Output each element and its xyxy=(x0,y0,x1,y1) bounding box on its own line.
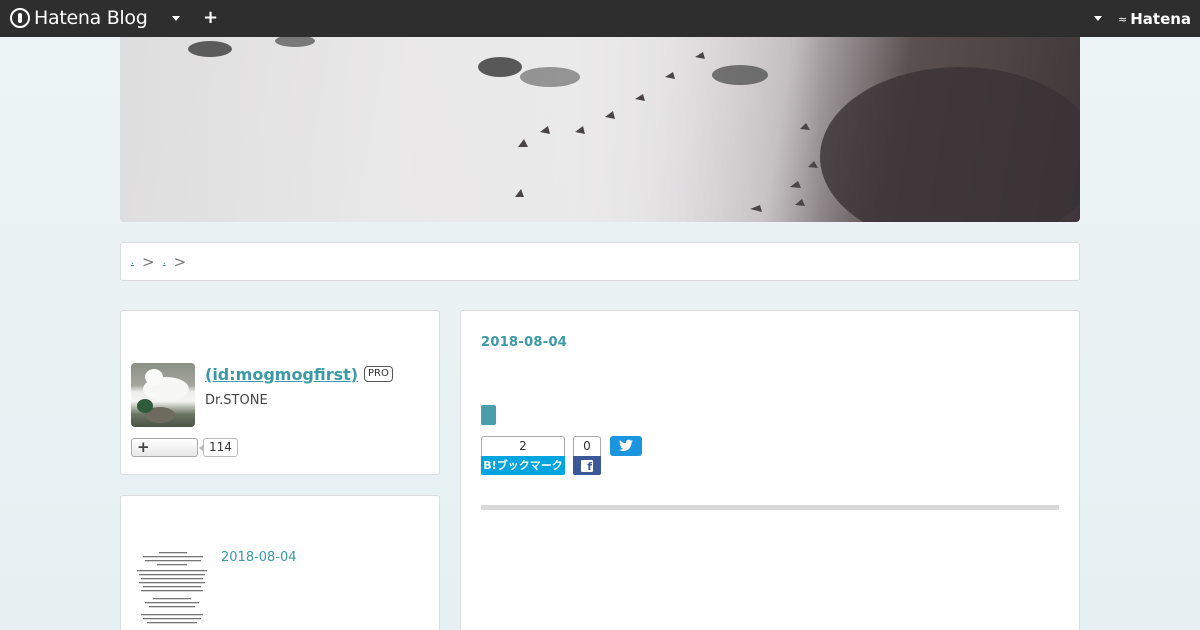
hatena-logo-text: Hatena xyxy=(1130,10,1192,28)
hatena-mark-icon: ≈ xyxy=(1118,12,1128,26)
recent-entry-date-link[interactable]: 2018-08-04 xyxy=(221,550,297,565)
chevron-down-icon[interactable] xyxy=(1094,16,1102,21)
article-entry: 2018-08-04 2 B!ブックマーク 0 f xyxy=(460,310,1080,630)
avatar-duck-head xyxy=(145,369,163,385)
category-tag[interactable] xyxy=(481,405,496,425)
entry-date-link[interactable]: 2018-08-04 xyxy=(481,335,567,350)
facebook-share-widget[interactable]: 0 f xyxy=(573,436,601,475)
facebook-share-count: 0 xyxy=(573,436,601,456)
avatar[interactable] xyxy=(131,363,195,427)
hatena-bookmark-widget[interactable]: 2 B!ブックマーク xyxy=(481,436,565,475)
breadcrumb-link-category[interactable]: . xyxy=(163,256,168,267)
top-navbar: Hatena Blog + ≈ Hatena xyxy=(0,0,1200,37)
bookmark-button[interactable]: B!ブックマーク xyxy=(481,456,565,475)
brand-text: Hatena Blog xyxy=(34,7,148,29)
hatena-logo[interactable]: ≈ Hatena xyxy=(1118,10,1191,28)
hatena-blog-logo[interactable]: Hatena Blog xyxy=(10,7,148,29)
pro-badge: PRO xyxy=(364,366,393,382)
chevron-down-icon[interactable] xyxy=(172,16,180,21)
blog-header-image[interactable] xyxy=(120,37,1080,222)
profile-description: Dr.STONE xyxy=(205,393,268,408)
profile-name-link[interactable]: (id:mogmogfirst) xyxy=(205,365,358,384)
avatar-mallard-head xyxy=(137,399,153,413)
twitter-bird-icon xyxy=(619,439,633,452)
facebook-icon: f xyxy=(581,460,593,473)
breadcrumb-separator: > xyxy=(173,252,187,271)
hatena-blog-icon xyxy=(10,8,30,28)
profile-module: (id:mogmogfirst) PRO Dr.STONE + 114 xyxy=(120,310,440,475)
breadcrumb-separator: > xyxy=(142,252,155,271)
follow-button[interactable]: + xyxy=(131,438,198,457)
snow-footprints-image xyxy=(120,37,1080,222)
entry-thumbnail[interactable] xyxy=(135,548,209,630)
facebook-share-button[interactable]: f xyxy=(573,456,601,475)
follower-count[interactable]: 114 xyxy=(199,438,238,457)
bookmark-count[interactable]: 2 xyxy=(481,436,565,456)
plus-icon[interactable]: + xyxy=(203,9,218,27)
entry-divider xyxy=(481,505,1059,510)
plus-icon: + xyxy=(137,438,150,456)
twitter-share-button[interactable] xyxy=(610,436,642,456)
recent-entries-module: 2018-08-04 xyxy=(120,495,440,630)
breadcrumb-link-home[interactable]: . xyxy=(131,256,136,267)
breadcrumb: . > . > xyxy=(120,242,1080,281)
